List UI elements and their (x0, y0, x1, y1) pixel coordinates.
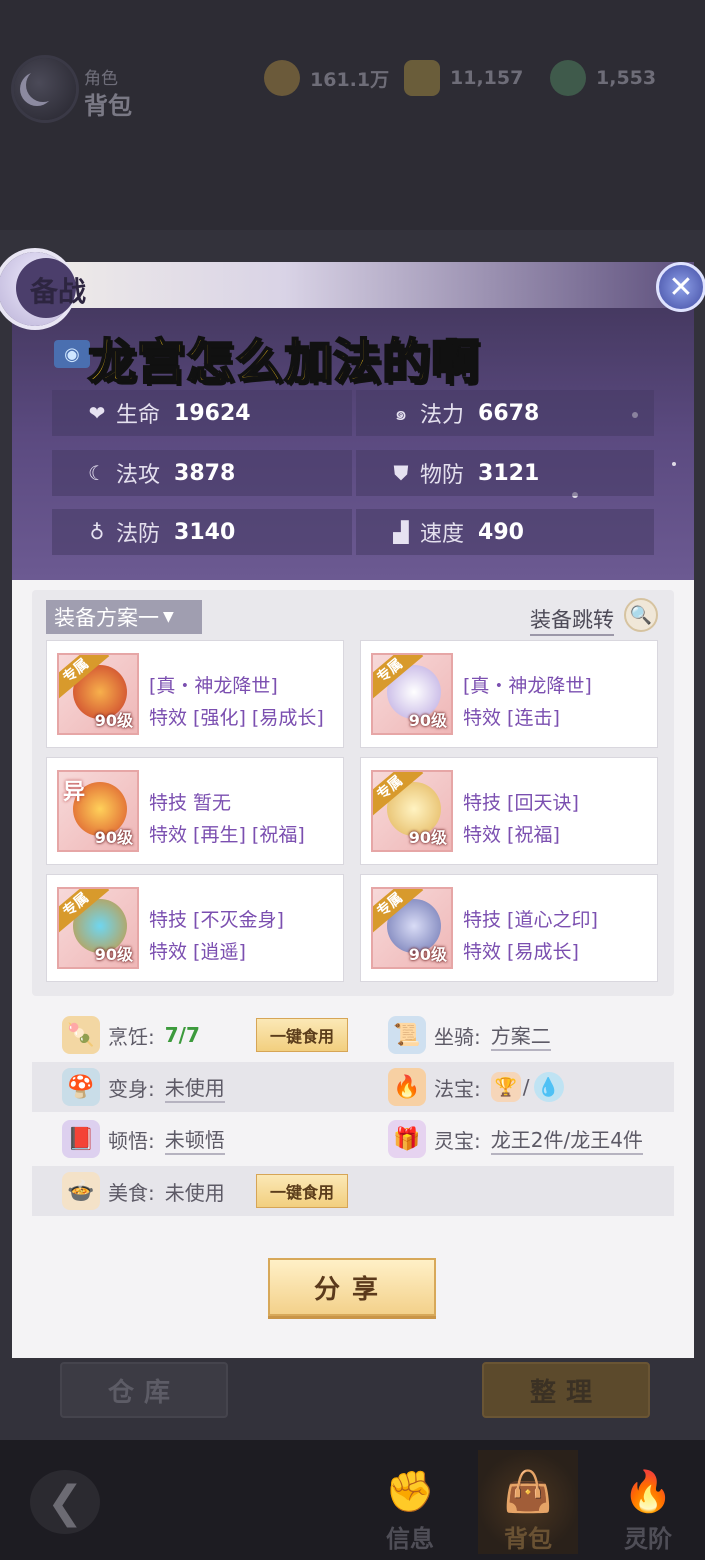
book-icon: 📕 (62, 1120, 100, 1158)
item-skill: 特技 [回天诀] (463, 792, 579, 814)
organize-button[interactable]: 整理 (482, 1362, 650, 1418)
equipment-card[interactable]: 专属 90级 特技 [道心之印] 特效 [易成长] (360, 874, 658, 982)
item-skill: 特技 [不灭金身] (149, 909, 284, 931)
treasure-box-icon: 🎁 (388, 1120, 426, 1158)
coin-icon (264, 60, 300, 96)
overlay-caption: 龙宫怎么加法的啊 (87, 333, 481, 391)
equipment-card[interactable]: 专属 90级 特技 [回天诀] 特效 [祝福] (360, 757, 658, 865)
item-level: 90级 (94, 711, 133, 730)
food-info: 🍲 美食: 未使用 (62, 1166, 225, 1216)
item-effect: 特效 [逍遥] (149, 941, 246, 963)
currency-silver: 11,157 (404, 58, 523, 98)
nav-bag[interactable]: 👜 背包 (478, 1450, 578, 1554)
stat-hp: ❤ 生命 19624 (52, 390, 352, 436)
back-arrow-icon: ❮ (46, 1476, 84, 1528)
mount-value[interactable]: 方案二 (490, 1020, 551, 1051)
star-decor (672, 462, 676, 466)
equipment-card[interactable]: 专属 90级 [真・神龙降世] 特效 [连击] (360, 640, 658, 748)
character-avatar[interactable] (14, 58, 76, 120)
item-level: 90级 (408, 828, 447, 847)
equipment-slot: 专属 90级 (57, 887, 139, 969)
close-icon: ✕ (668, 269, 694, 305)
equipment-slot: 专属 90级 (371, 770, 453, 852)
item-effect: 特效 [祝福] (463, 824, 560, 846)
cooking-count: 7/7 (164, 1023, 200, 1047)
item-level: 90级 (94, 945, 133, 964)
currency-jade: 1,553 (550, 58, 656, 98)
food-value: 未使用 (164, 1180, 225, 1205)
jade-icon (550, 60, 586, 96)
water-orb-icon[interactable]: 💧 (533, 1072, 564, 1102)
item-skill: [真・神龙降世] (149, 675, 278, 697)
equipment-card[interactable]: 专属 90级 [真・神龙降世] 特效 [强化] [易成长] (46, 640, 344, 748)
currency-coin: 161.1万 (264, 58, 389, 98)
cooking-info: 🍡 烹饪: 7/7 (62, 1010, 200, 1060)
school-icon: ◉ (54, 340, 90, 368)
warehouse-button[interactable]: 仓库 (60, 1362, 228, 1418)
boot-icon: ▟ (393, 520, 409, 544)
item-effect: 特效 [易成长] (463, 941, 579, 963)
bag-icon: 👜 (503, 1469, 553, 1515)
mount-info: 📜 坐骑: 方案二 (388, 1010, 551, 1060)
eat-all-button[interactable]: 一键食用 (256, 1018, 348, 1052)
insight-info: 📕 顿悟: 未顿悟 (62, 1114, 225, 1164)
treasure-info: 🔥 法宝: 🏆 / 💧 (388, 1062, 572, 1112)
magic-attack-icon: ☾ (88, 461, 106, 485)
close-button[interactable]: ✕ (656, 262, 705, 312)
stat-magic-defense: ♁ 法防 3140 (52, 509, 352, 555)
item-level: 90级 (94, 828, 133, 847)
heart-icon: ❤ (88, 401, 106, 425)
equipment-slot: 专属 90级 (371, 653, 453, 735)
header-title: 背包 (84, 92, 132, 120)
back-button[interactable]: ❮ (30, 1470, 100, 1534)
item-skill: 特技 暂无 (149, 792, 232, 814)
equipment-slot: 专属 90级 (57, 653, 139, 735)
item-effect: 特效 [再生] [祝福] (149, 824, 305, 846)
bun-icon: 🍡 (62, 1016, 100, 1054)
transform-value[interactable]: 未使用 (164, 1072, 225, 1103)
item-effect: 特效 [连击] (463, 707, 560, 729)
equipment-scheme-select[interactable]: 装备方案一 ▼ (46, 600, 202, 634)
search-icon[interactable]: 🔍 (624, 598, 658, 632)
equipment-jump-link[interactable]: 装备跳转 (530, 604, 614, 636)
spirit-treasure-value[interactable]: 龙王2件/龙王4件 (490, 1124, 643, 1155)
item-skill: 特技 [道心之印] (463, 909, 598, 931)
dropdown-arrow-icon: ▼ (163, 609, 174, 625)
scroll-icon: 📜 (388, 1016, 426, 1054)
stat-speed: ▟ 速度 490 (356, 509, 654, 555)
equipment-card[interactable]: 异 90级 特技 暂无 特效 [再生] [祝福] (46, 757, 344, 865)
fist-icon: ✊ (385, 1469, 435, 1515)
mushroom-icon: 🍄 (62, 1068, 100, 1106)
trophy-icon[interactable]: 🏆 (490, 1072, 521, 1102)
item-skill: [真・神龙降世] (463, 675, 592, 697)
magic-defense-icon: ♁ (89, 520, 105, 544)
stat-physical-defense: ⛊ 物防 3121 (356, 450, 654, 496)
flame-icon: 🔥 (623, 1469, 673, 1515)
silver-ingot-icon (404, 60, 440, 96)
transform-info: 🍄 变身: 未使用 (62, 1062, 225, 1112)
equipment-slot: 专属 90级 (371, 887, 453, 969)
special-badge: 异 (63, 780, 86, 805)
item-level: 90级 (408, 711, 447, 730)
shield-icon: ⛊ (393, 461, 409, 485)
food-bowl-icon: 🍲 (62, 1172, 100, 1210)
equipment-card[interactable]: 专属 90级 特技 [不灭金身] 特效 [逍遥] (46, 874, 344, 982)
insight-value[interactable]: 未顿悟 (164, 1124, 225, 1155)
share-button[interactable]: 分享 (268, 1258, 436, 1316)
spirit-treasure-info: 🎁 灵宝: 龙王2件/龙王4件 (388, 1114, 643, 1164)
nav-spirit-rank[interactable]: 🔥 灵阶 (598, 1450, 698, 1554)
stat-magic-attack: ☾ 法攻 3878 (52, 450, 352, 496)
fire-orb-icon: 🔥 (388, 1068, 426, 1106)
item-effect: 特效 [强化] [易成长] (149, 707, 324, 729)
item-level: 90级 (408, 945, 447, 964)
spiral-icon: ๑ (394, 401, 408, 425)
header-band (12, 262, 694, 308)
nav-info[interactable]: ✊ 信息 (360, 1450, 460, 1554)
equipment-slot: 异 90级 (57, 770, 139, 852)
stat-mp: ๑ 法力 6678 (356, 390, 654, 436)
dialog-title: 备战 (30, 275, 87, 308)
eat-all-food-button[interactable]: 一键食用 (256, 1174, 348, 1208)
